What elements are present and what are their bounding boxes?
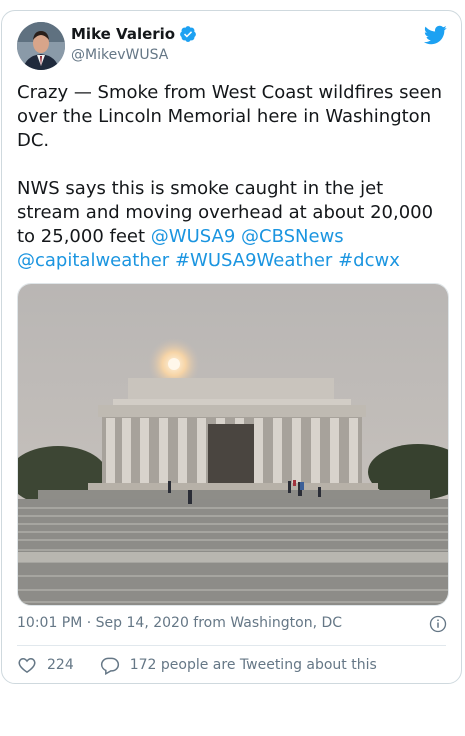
twitter-bird-icon[interactable] [423,23,447,47]
author-name[interactable]: Mike Valerio [71,25,175,43]
tweet-text: Crazy — Smoke from West Coast wildfires … [17,81,447,273]
tweet-paragraph-2: NWS says this is smoke caught in the jet… [17,177,447,273]
avatar[interactable] [17,22,65,70]
tweet-photo[interactable] [17,283,449,606]
mention-capitalweather[interactable]: @capitalweather [17,250,169,271]
hashtag-dcwx[interactable]: #dcwx [338,250,400,271]
like-button[interactable]: 224 [17,655,74,675]
mention-cbsnews[interactable]: @CBSNews [241,226,344,247]
heart-icon [18,657,36,673]
reply-bubble-icon [100,657,119,675]
divider [17,645,446,646]
hashtag-wusa9weather[interactable]: #WUSA9Weather [175,250,332,271]
tweet-actions: 224 172 people are Tweeting about this [17,655,377,675]
tweet-timestamp[interactable]: 10:01 PM · Sep 14, 2020 from Washington,… [17,615,342,631]
reply-count-text: 172 people are Tweeting about this [129,657,377,673]
mention-wusa9[interactable]: @WUSA9 [151,226,236,247]
author-handle[interactable]: @MikevWUSA [71,47,168,63]
reply-button[interactable]: 172 people are Tweeting about this [100,655,377,675]
tweet-paragraph-1: Crazy — Smoke from West Coast wildfires … [17,82,443,151]
info-icon[interactable] [429,615,447,633]
verified-badge-icon [180,26,196,42]
tweet-card: Mike Valerio @MikevWUSA Crazy — Smoke fr… [1,10,462,684]
like-count: 224 [47,657,74,673]
